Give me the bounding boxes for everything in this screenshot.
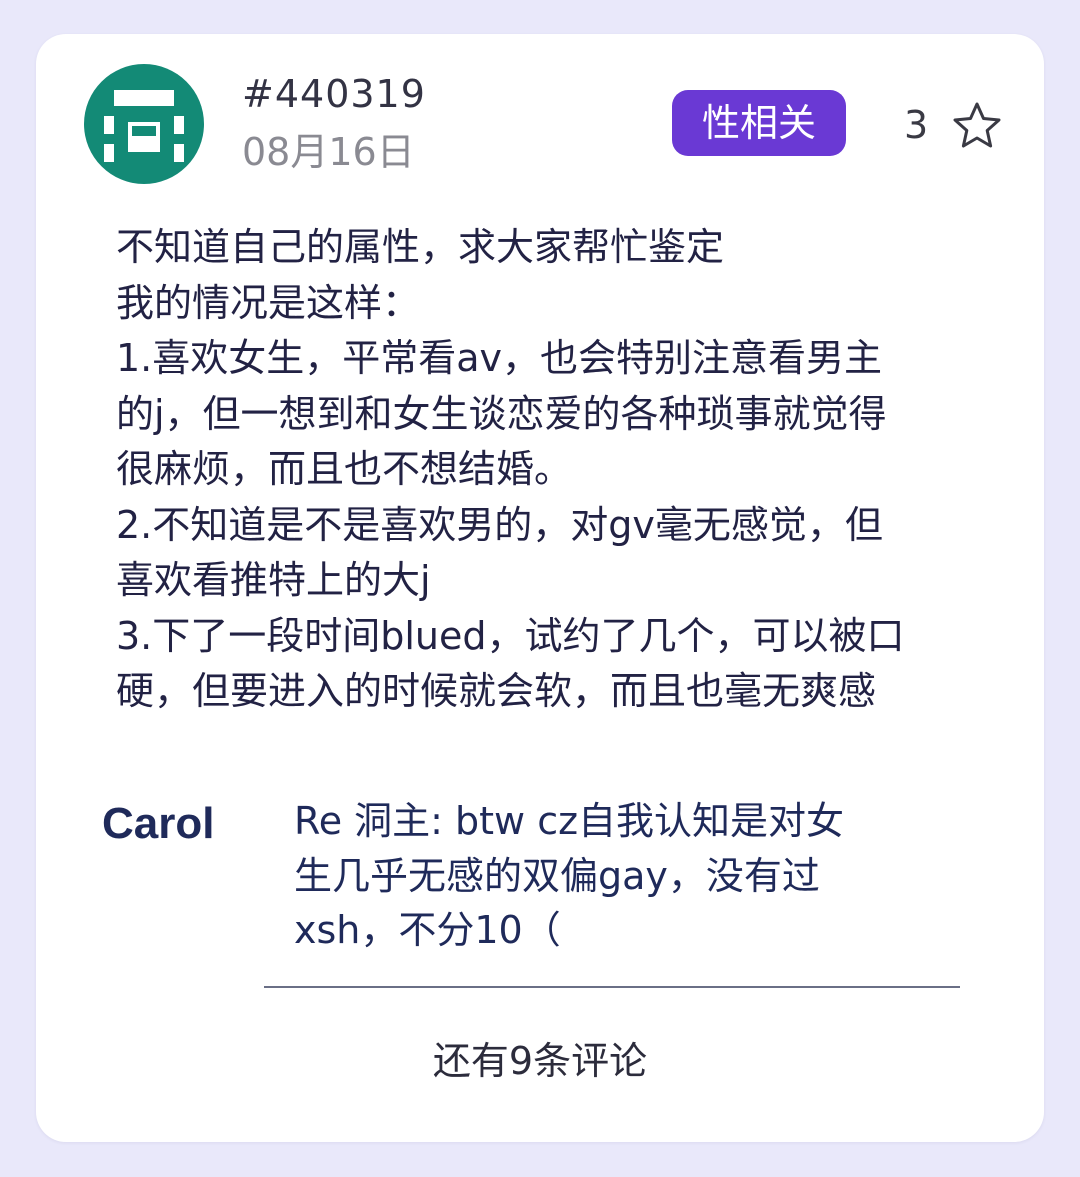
star-icon[interactable] (951, 100, 1003, 152)
post-body-line: 喜欢看推特上的大j (116, 558, 431, 602)
post-body-line: 2.不知道是不是喜欢男的，对gv毫无感觉，但 (116, 502, 883, 547)
comment-divider (264, 986, 960, 988)
comment-text-line: 生几乎无感的双偏gay，没有过 (294, 853, 820, 898)
comment-author: Carol (102, 799, 215, 848)
post-body-line: 3.下了一段时间blued，试约了几个，可以被口 (116, 613, 905, 658)
post-body-line: 我的情况是这样： (116, 280, 421, 325)
post-body-line: 1.喜欢女生，平常看av，也会特别注意看男主 (116, 336, 883, 380)
post-body: 不知道自己的属性，求大家帮忙鉴定 我的情况是这样： 1.喜欢女生，平常看av，也… (116, 220, 996, 720)
category-tag[interactable]: 性相关 (672, 90, 846, 156)
more-comments-link[interactable]: 还有9条评论 (36, 1036, 1044, 1086)
post-date: 08月16日 (242, 130, 415, 174)
star-count: 3 (904, 103, 929, 147)
post-card[interactable]: #440319 08月16日 性相关 3 不知道自己的属性，求大家帮忙鉴定 我的… (36, 34, 1044, 1142)
avatar[interactable] (84, 64, 204, 184)
post-body-line: 的j，但一想到和女生谈恋爱的各种琐事就觉得 (116, 391, 887, 436)
post-body-line: 不知道自己的属性，求大家帮忙鉴定 (116, 225, 725, 269)
post-id: #440319 (242, 72, 426, 116)
comment-text-line: Re 洞主: btw cz自我认知是对女 (294, 799, 845, 843)
comment-text[interactable]: Re 洞主: btw cz自我认知是对女 生几乎无感的双偏gay，没有过 xsh… (294, 794, 914, 958)
post-body-line: 硬，但要进入的时候就会软，而且也毫无爽感 (116, 669, 877, 713)
comment-text-line: xsh，不分10（ (294, 908, 561, 952)
post-body-line: 很麻烦，而且也不想结婚。 (116, 447, 573, 491)
